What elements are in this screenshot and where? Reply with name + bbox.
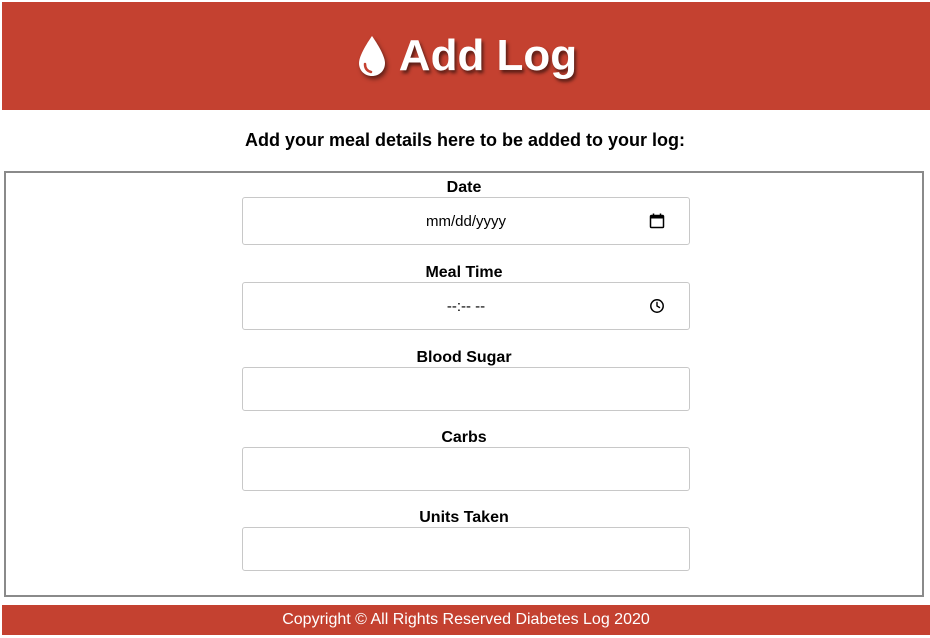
- blood-sugar-label: Blood Sugar: [416, 349, 512, 366]
- blood-drop-icon: [358, 36, 385, 76]
- blood-sugar-field-group: Blood Sugar: [6, 349, 922, 367]
- page: Add Log Add your meal details here to be…: [0, 0, 930, 638]
- date-input[interactable]: mm/dd/yyyy: [242, 197, 690, 245]
- units-taken-input[interactable]: [242, 527, 690, 571]
- meal-time-input[interactable]: --:-- --: [242, 282, 690, 330]
- units-taken-field-group: Units Taken: [6, 509, 922, 527]
- date-field-group: Date: [6, 179, 922, 197]
- meal-time-label: Meal Time: [425, 264, 503, 281]
- carbs-field[interactable]: [243, 448, 689, 490]
- units-taken-label: Units Taken: [419, 509, 509, 526]
- meal-time-field-group: Meal Time: [6, 264, 922, 282]
- footer: Copyright © All Rights Reserved Diabetes…: [2, 605, 930, 635]
- page-title: Add Log: [398, 31, 578, 80]
- form-instructions: Add your meal details here to be added t…: [244, 130, 686, 150]
- carbs-label: Carbs: [441, 429, 487, 446]
- add-log-form: Date mm/dd/yyyy Meal Time --:-- -- Blood…: [4, 171, 924, 597]
- calendar-icon[interactable]: [649, 213, 665, 229]
- header-title-group: Add Log: [355, 34, 577, 78]
- units-taken-field[interactable]: [243, 528, 689, 570]
- date-label: Date: [446, 179, 482, 196]
- date-input-value: mm/dd/yyyy: [425, 212, 506, 230]
- carbs-input[interactable]: [242, 447, 690, 491]
- blood-sugar-input[interactable]: [242, 367, 690, 411]
- meal-time-input-value: --:-- --: [446, 297, 486, 315]
- header-banner: Add Log: [2, 2, 930, 110]
- carbs-field-group: Carbs: [6, 429, 922, 447]
- blood-sugar-field[interactable]: [243, 368, 689, 410]
- copyright-text: Copyright © All Rights Reserved Diabetes…: [282, 611, 650, 628]
- clock-icon[interactable]: [649, 298, 665, 314]
